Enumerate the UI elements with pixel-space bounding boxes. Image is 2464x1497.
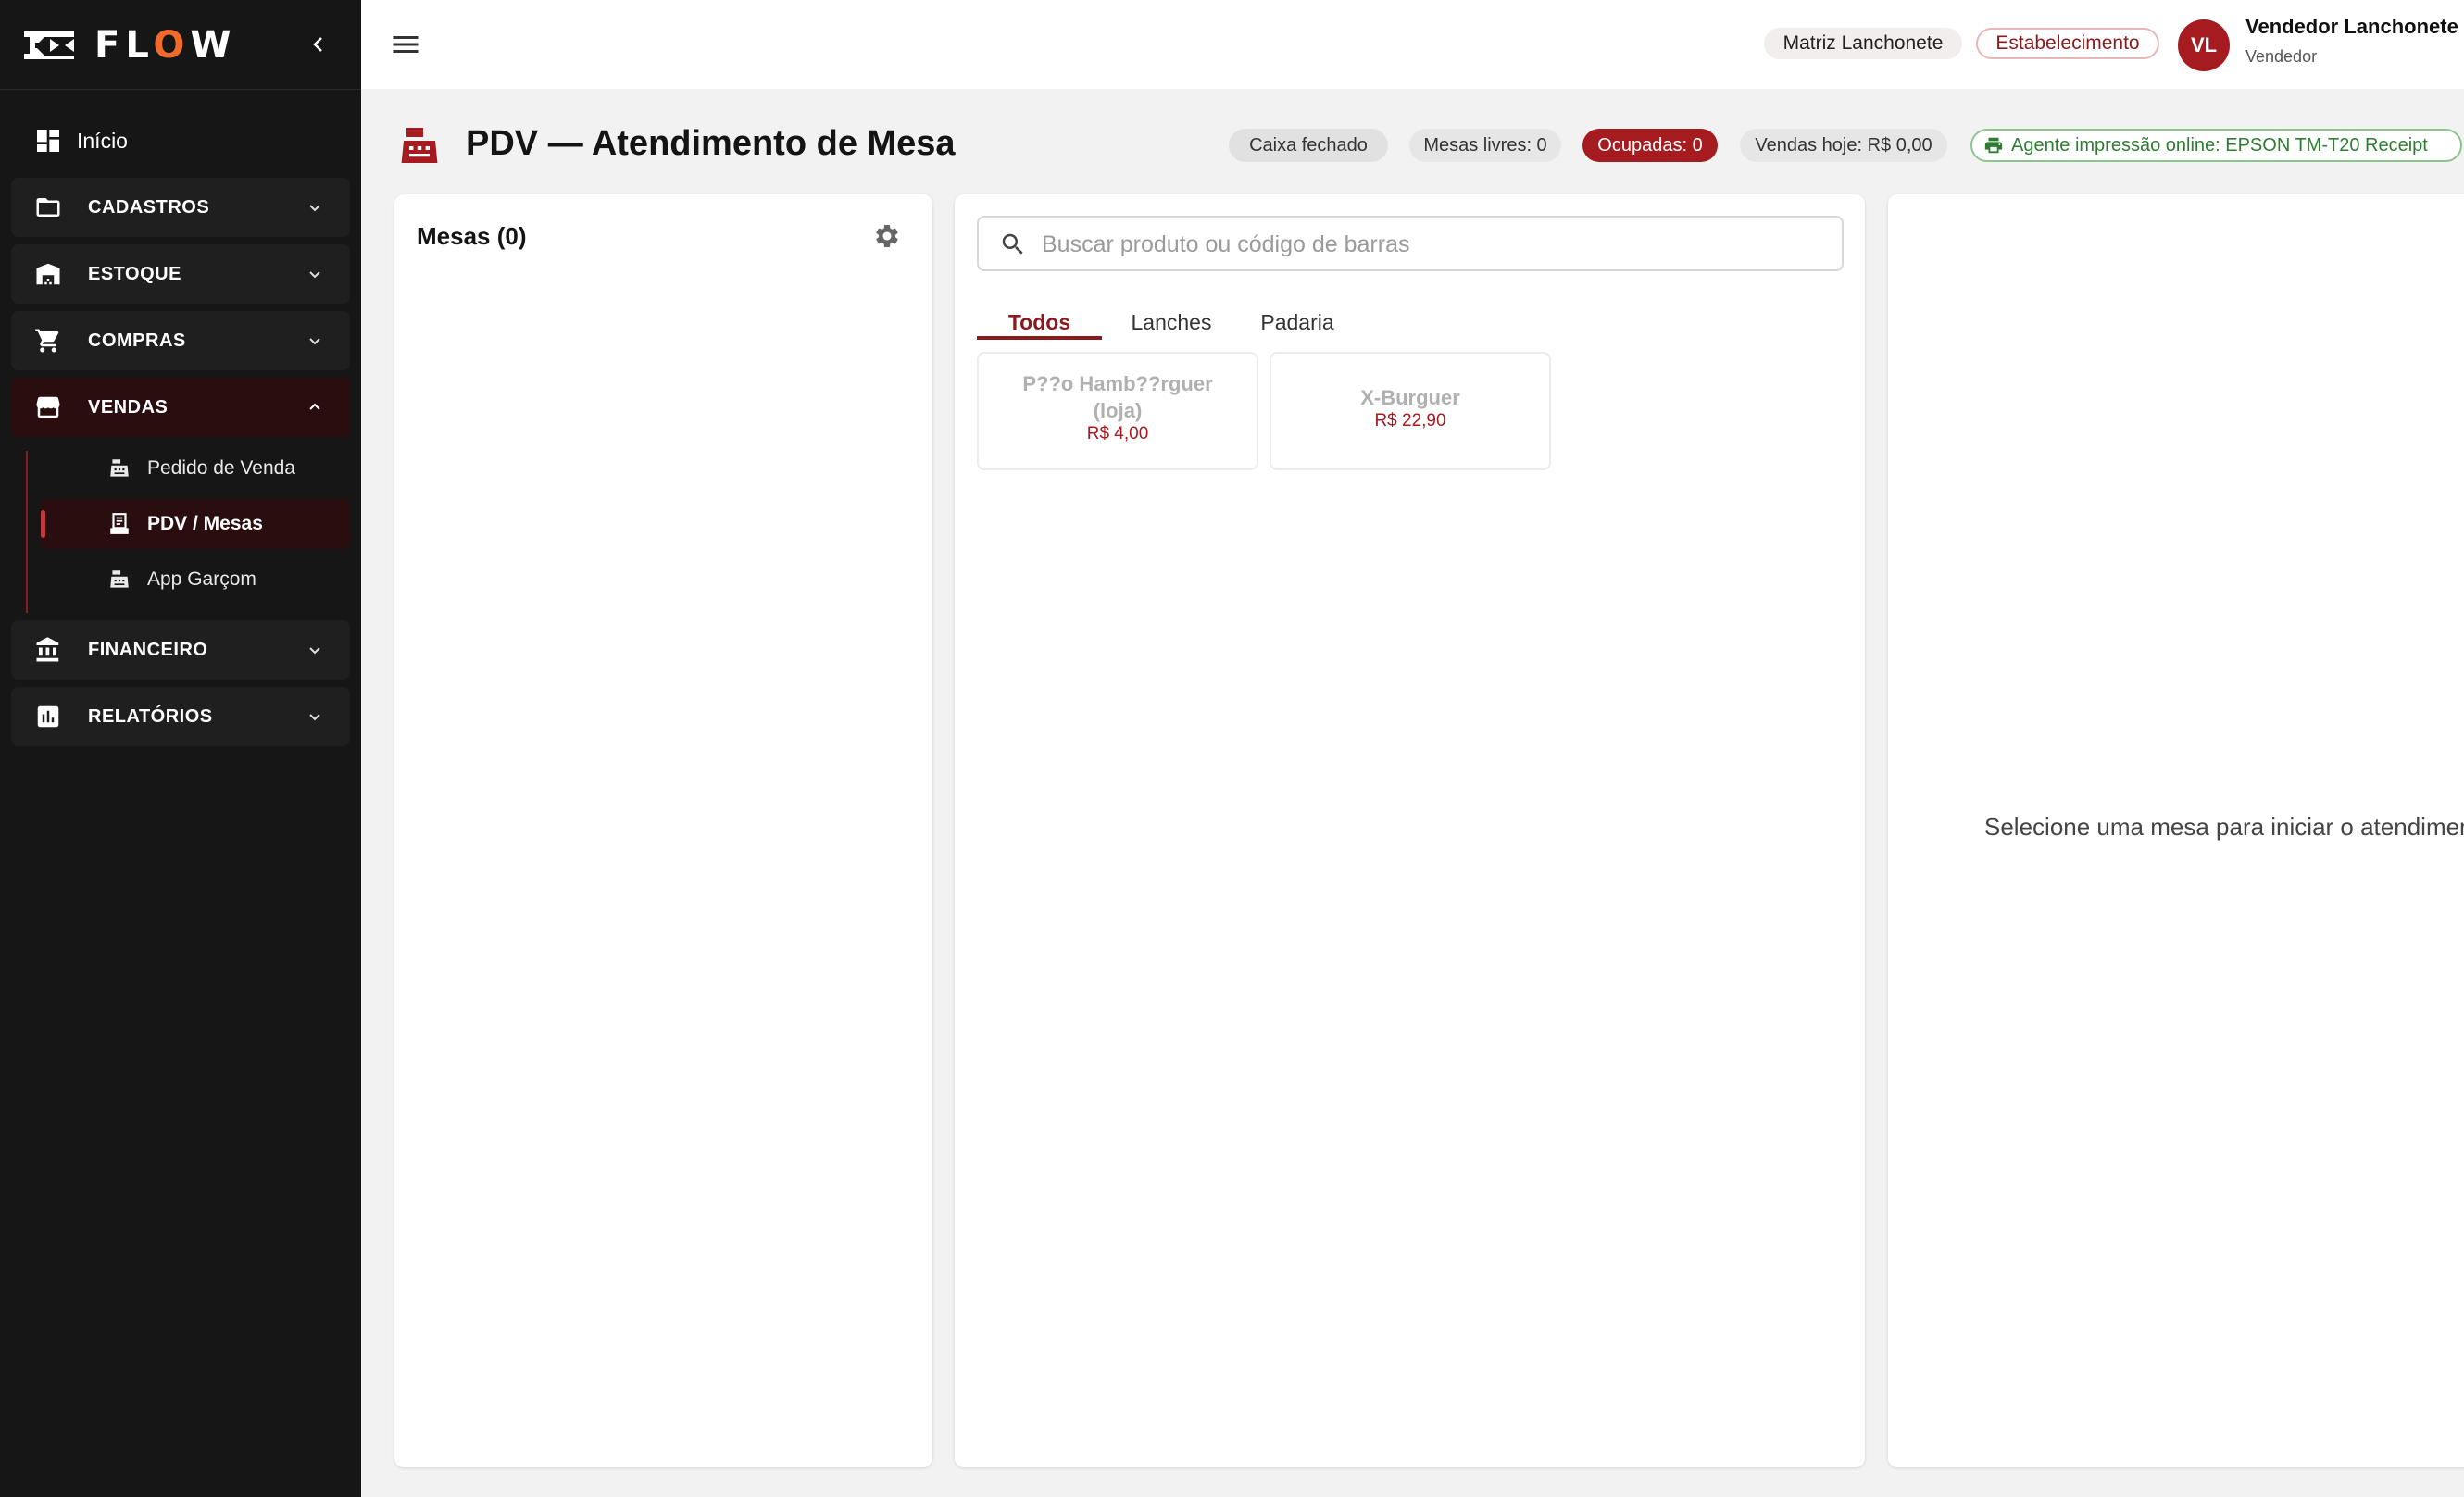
- sidebar-item-pedido-de-venda[interactable]: Pedido de Venda: [41, 443, 350, 493]
- tab-padaria[interactable]: Padaria: [1240, 296, 1355, 348]
- sidebar-group-label: VENDAS: [88, 397, 169, 418]
- user-role: Vendedor: [2245, 47, 2318, 66]
- sidebar-group-relatorios[interactable]: RELATÓRIOS: [11, 687, 350, 746]
- status-badge-caixa: Caixa fechado: [1229, 129, 1388, 162]
- sidebar-group-label: ESTOQUE: [88, 264, 181, 284]
- chevron-down-icon: [309, 714, 320, 721]
- chevron-left-icon: [313, 37, 322, 52]
- store-icon: [36, 396, 60, 418]
- chevron-down-icon: [309, 271, 320, 279]
- flow-logo: FLOW: [22, 24, 237, 67]
- sidebar-group-label: COMPRAS: [88, 331, 186, 351]
- product-card[interactable]: X-Burguer R$ 22,90: [1270, 352, 1551, 470]
- chevron-up-icon: [309, 403, 320, 410]
- gear-icon: [876, 224, 898, 247]
- submenu-line: [26, 451, 28, 613]
- sidebar: FLOW Início CADASTROS ESTOQUE COMPRAS VE…: [0, 0, 361, 1497]
- avatar[interactable]: VL: [2178, 19, 2230, 71]
- chevron-down-icon: [309, 338, 320, 345]
- hamburger-icon: [393, 36, 419, 53]
- sidebar-group-financeiro[interactable]: FINANCEIRO: [11, 620, 350, 680]
- empty-state-message: Selecione uma mesa para iniciar o atendi…: [1984, 813, 2464, 841]
- tab-todos[interactable]: Todos: [977, 296, 1102, 348]
- tab-lanches[interactable]: Lanches: [1114, 296, 1229, 348]
- cash-register-icon: [401, 128, 438, 163]
- sidebar-group-label: RELATÓRIOS: [88, 706, 213, 727]
- chart-icon: [37, 705, 59, 728]
- sidebar-group-vendas[interactable]: VENDAS: [11, 378, 350, 437]
- cash-register-icon: [110, 459, 129, 477]
- sidebar-item-label: PDV / Mesas: [147, 513, 263, 534]
- search-icon: [1002, 233, 1023, 255]
- establishment-button[interactable]: Estabelecimento: [1976, 28, 2159, 59]
- products-panel: Todos Lanches Padaria P??o Hamb??rguer (…: [955, 194, 1865, 1467]
- fdx-logo-icon: [24, 31, 74, 59]
- sidebar-item-inicio[interactable]: Início: [11, 111, 350, 170]
- product-search[interactable]: [977, 216, 1844, 271]
- sidebar-group-cadastros[interactable]: CADASTROS: [11, 178, 350, 237]
- mesas-settings-button[interactable]: [873, 222, 901, 250]
- chevron-down-icon: [309, 647, 320, 655]
- bank-icon: [36, 637, 59, 662]
- warehouse-icon: [36, 263, 60, 285]
- printer-icon: [1983, 135, 2004, 156]
- product-card[interactable]: P??o Hamb??rguer (loja) R$ 4,00: [977, 352, 1258, 470]
- sidebar-group-compras[interactable]: COMPRAS: [11, 311, 350, 370]
- product-name-line2: (loja): [1093, 399, 1143, 422]
- status-badge-print-agent: Agente impressão online: EPSON TM-T20 Re…: [1970, 129, 2462, 162]
- sidebar-group-label: FINANCEIRO: [88, 640, 208, 660]
- logo-row: FLOW: [0, 0, 361, 90]
- folder-icon: [36, 198, 60, 217]
- status-badge-mesas-livres: Mesas livres: 0: [1409, 129, 1561, 162]
- sidebar-group-label: CADASTROS: [88, 197, 210, 218]
- chevron-down-icon: [309, 205, 320, 212]
- top-bar: Matriz Lanchonete Estabelecimento VL Ven…: [361, 0, 2464, 89]
- mesas-panel: Mesas (0): [394, 194, 932, 1467]
- status-badge-ocupadas: Ocupadas: 0: [1582, 129, 1718, 162]
- menu-button[interactable]: [389, 28, 422, 61]
- sidebar-item-app-garcom[interactable]: App Garçom: [41, 555, 350, 605]
- collapse-sidebar-button[interactable]: [302, 28, 335, 61]
- mesas-title: Mesas (0): [417, 222, 527, 250]
- company-chip: Matriz Lanchonete: [1764, 28, 1962, 59]
- cart-icon: [35, 329, 59, 353]
- product-price: R$ 22,90: [1374, 411, 1446, 430]
- order-detail-panel: Selecione uma mesa para iniciar o atendi…: [1888, 194, 2464, 1467]
- search-input[interactable]: [1040, 225, 1831, 264]
- product-name: P??o Hamb??rguer: [1022, 372, 1213, 395]
- page-title: PDV — Atendimento de Mesa: [466, 124, 956, 163]
- sidebar-item-label: Início: [77, 129, 128, 153]
- sidebar-item-label: Pedido de Venda: [147, 457, 295, 479]
- status-badge-vendas-hoje: Vendas hoje: R$ 0,00: [1740, 129, 1947, 162]
- sidebar-item-label: App Garçom: [147, 568, 256, 590]
- active-indicator: [41, 510, 45, 538]
- product-name: X-Burguer: [1360, 386, 1460, 409]
- sidebar-item-pdv-mesas[interactable]: PDV / Mesas: [41, 499, 350, 549]
- dashboard-icon: [37, 130, 59, 152]
- print-agent-text: Agente impressão online: EPSON TM-T20 Re…: [2011, 134, 2428, 156]
- brand-name: FLOW: [94, 24, 237, 67]
- receipt-icon: [110, 513, 129, 534]
- cash-register-icon: [110, 570, 129, 588]
- active-tab-indicator: [977, 336, 1102, 340]
- product-price: R$ 4,00: [1086, 424, 1149, 443]
- user-name: Vendedor Lanchonete: [2245, 15, 2458, 38]
- sidebar-group-estoque[interactable]: ESTOQUE: [11, 244, 350, 304]
